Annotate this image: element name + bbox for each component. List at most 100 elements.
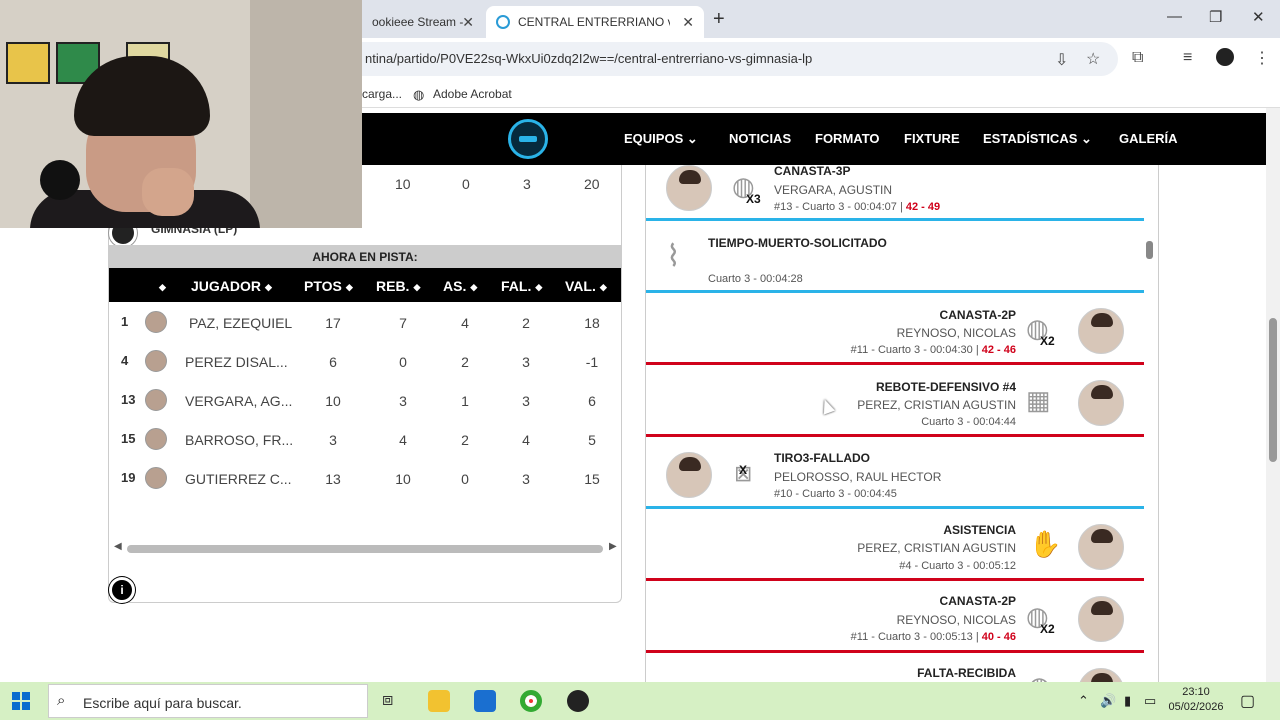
feed-event: ◍ X3 CANASTA-3P VERGARA, AGUSTIN #13 - C…	[646, 165, 1144, 223]
player-name[interactable]: BARROSO, FR...	[185, 432, 293, 448]
tab-stream[interactable]: ookieee Stream - ✕	[362, 6, 484, 38]
media-icon[interactable]: ≡	[1183, 49, 1192, 67]
windows-start-icon[interactable]	[12, 692, 30, 710]
feed-event: REBOTE-DEFENSIVO #4 PEREZ, CRISTIAN AGUS…	[646, 367, 1144, 439]
notifications-icon[interactable]: ▢	[1240, 691, 1255, 711]
event-title: TIEMPO-MUERTO-SOLICITADO	[708, 236, 887, 250]
profile-avatar[interactable]	[1216, 48, 1234, 66]
tab-title: CENTRAL ENTRERRIANO vs GIMNASIA LP	[518, 15, 670, 29]
whistle-icon: ⌇	[666, 240, 681, 273]
bookmark-star-icon[interactable]: ☆	[1086, 49, 1100, 69]
info-button[interactable]: i	[109, 577, 135, 603]
player-avatar	[666, 452, 712, 498]
player-avatar	[1078, 524, 1124, 570]
file-explorer-icon[interactable]	[428, 690, 450, 712]
taskbar-search[interactable]: ⌕ Escribe aquí para buscar.	[48, 684, 368, 718]
network-icon[interactable]: ▭	[1144, 693, 1156, 709]
reb-cell: 3	[399, 393, 407, 409]
event-time: #11 - Cuarto 3 - 00:04:30 |	[850, 344, 982, 356]
event-player: PEREZ, CRISTIAN AGUSTIN	[857, 398, 1016, 412]
window-close-icon[interactable]: ✕	[1252, 8, 1265, 26]
scrollbar-thumb[interactable]	[1269, 318, 1277, 462]
table-row[interactable]: 19 GUTIERREZ C... 13 10 0 3 15	[109, 459, 621, 497]
event-title: FALTA-RECIBIDA	[917, 666, 1016, 680]
chrome-icon[interactable]	[520, 690, 542, 712]
fal-cell: 3	[522, 393, 530, 409]
nav-formato[interactable]: FORMATO	[815, 131, 880, 146]
col-jugador[interactable]: JUGADOR ◆	[191, 278, 272, 294]
bookmark-downloads[interactable]: carga...	[362, 87, 402, 101]
nav-equipos[interactable]: EQUIPOS ⌄	[624, 131, 698, 147]
search-icon: ⌕	[57, 692, 66, 709]
nav-estadisticas[interactable]: ESTADÍSTICAS ⌄	[983, 131, 1092, 147]
scroll-left-icon[interactable]: ◀	[114, 541, 122, 552]
table-row[interactable]: 15 BARROSO, FR... 3 4 2 4 5	[109, 420, 621, 458]
event-player: REYNOSO, NICOLAS	[896, 326, 1016, 340]
event-score: 40 - 46	[981, 631, 1016, 643]
col-ptos[interactable]: PTOS ◆	[304, 278, 353, 294]
event-time: #13 - Cuarto 3 - 00:04:07 |	[774, 201, 906, 213]
event-player: REYNOSO, NICOLAS	[896, 613, 1016, 627]
feed-event: ASISTENCIA PEREZ, CRISTIAN AGUSTIN #4 - …	[646, 511, 1144, 583]
close-icon[interactable]: ✕	[682, 14, 694, 31]
event-title: CANASTA-2P	[939, 594, 1016, 608]
fal-cell: 3	[522, 471, 530, 487]
reb-cell: 0	[399, 354, 407, 370]
store-icon[interactable]	[474, 690, 496, 712]
start-tile	[22, 692, 30, 700]
player-photo	[145, 350, 167, 372]
task-view-icon[interactable]: ⧈	[382, 689, 404, 711]
search-placeholder: Escribe aquí para buscar.	[83, 695, 242, 711]
player-name[interactable]: GUTIERREZ C...	[185, 471, 292, 487]
sort-icon[interactable]: ◆	[155, 278, 166, 294]
table-row[interactable]: 1 PAZ, EZEQUIEL 17 7 4 2 18	[109, 303, 621, 341]
val-cell: 18	[584, 315, 600, 331]
poster-image	[6, 42, 50, 84]
nav-fixture[interactable]: FIXTURE	[904, 131, 960, 146]
col-as[interactable]: AS. ◆	[443, 278, 477, 294]
menu-kebab-icon[interactable]: ⋮	[1254, 48, 1270, 68]
feed-event: ⊠ X TIRO3-FALLADO PELOROSSO, RAUL HECTOR…	[646, 439, 1144, 511]
minimize-icon[interactable]: —	[1167, 8, 1182, 25]
col-reb[interactable]: REB. ◆	[376, 278, 420, 294]
player-number: 4	[121, 353, 129, 368]
event-divider	[646, 434, 1144, 437]
player-avatar	[666, 165, 712, 211]
event-divider	[646, 218, 1144, 221]
close-icon[interactable]: ✕	[462, 14, 474, 31]
player-name[interactable]: VERGARA, AG...	[185, 393, 292, 409]
chevron-down-icon: ⌄	[1081, 131, 1092, 146]
tray-chevron-icon[interactable]: ⌃	[1078, 693, 1089, 709]
volume-icon[interactable]: 🔊	[1100, 693, 1116, 709]
nav-galeria[interactable]: GALERÍA	[1119, 131, 1178, 146]
player-name[interactable]: PAZ, EZEQUIEL	[189, 315, 292, 331]
microphone-tray-icon[interactable]: ▮	[1124, 693, 1131, 709]
scroll-right-icon[interactable]: ▶	[609, 541, 617, 552]
on-floor-header: AHORA EN PISTA:	[109, 245, 621, 268]
feed-scrollbar[interactable]	[1146, 241, 1153, 259]
table-row[interactable]: 13 VERGARA, AG... 10 3 1 3 6	[109, 381, 621, 419]
pts-cell: 17	[325, 315, 341, 331]
page-scrollbar[interactable]	[1266, 108, 1280, 682]
restore-icon[interactable]: ❐	[1209, 8, 1222, 26]
player-number: 1	[121, 314, 129, 329]
new-tab-icon[interactable]: +	[713, 8, 725, 31]
player-name[interactable]: PEREZ DISAL...	[185, 354, 288, 370]
tab-match[interactable]: CENTRAL ENTRERRIANO vs GIMNASIA LP ✕	[486, 6, 704, 38]
table-row[interactable]: 4 PEREZ DISAL... 6 0 2 3 -1	[109, 342, 621, 380]
horizontal-scrollbar[interactable]	[127, 545, 603, 553]
install-app-icon[interactable]: ⇩	[1055, 50, 1068, 70]
extensions-icon[interactable]: ⧉	[1132, 49, 1143, 67]
url-text[interactable]: ntina/partido/P0VE22sq-WkxUi0zdq2I2w==/c…	[365, 51, 812, 66]
nav-noticias[interactable]: NOTICIAS	[729, 131, 791, 146]
col-fal[interactable]: FAL. ◆	[501, 278, 542, 294]
league-logo[interactable]	[508, 119, 548, 159]
bookmark-adobe[interactable]: Adobe Acrobat	[433, 87, 512, 101]
play-by-play-feed: ◍ X3 CANASTA-3P VERGARA, AGUSTIN #13 - C…	[645, 165, 1159, 683]
fal-cell: 2	[522, 315, 530, 331]
event-meta: Cuarto 3 - 00:04:28	[708, 273, 803, 285]
col-val[interactable]: VAL. ◆	[565, 278, 607, 294]
obs-icon[interactable]	[567, 690, 589, 712]
taskbar-clock[interactable]: 23:10 05/02/2026	[1168, 685, 1224, 715]
site-navbar: EQUIPOS ⌄ NOTICIAS FORMATO FIXTURE ESTAD…	[340, 113, 1266, 165]
